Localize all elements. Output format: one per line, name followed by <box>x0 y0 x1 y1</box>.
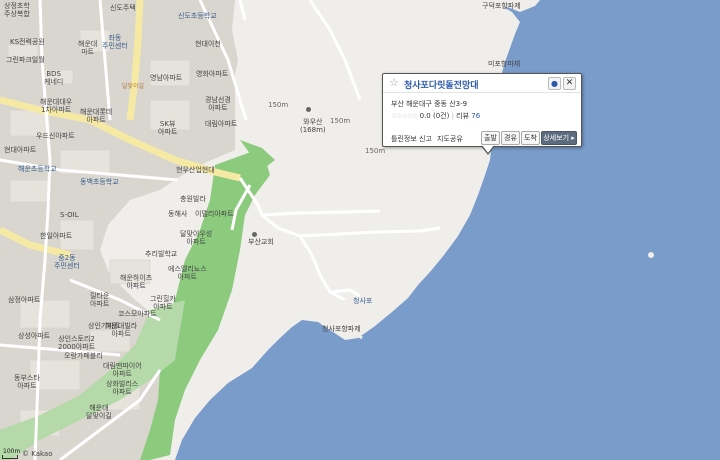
kakao-logo[interactable]: © Kakao <box>22 450 53 458</box>
arrive-button[interactable]: 도착 <box>521 131 540 145</box>
label-yeonghwa: 영화아파트 <box>196 70 229 78</box>
label-chuli: 추리빌학교 <box>145 250 178 258</box>
label-dongbu: 동부스타 아파트 <box>14 374 40 390</box>
label-haewon: 해운하이츠 아파트 <box>120 274 153 290</box>
label-youngnam: 영남아파트 <box>150 74 183 82</box>
label-elev1: 150m <box>268 101 289 109</box>
report-error-link[interactable]: 틀린정보 신고 <box>391 134 432 144</box>
label-rotary: 해운초등학교 <box>18 165 57 173</box>
label-church: 부산교회 <box>248 238 274 246</box>
label-cheongsapo-port: 청사포항파제 <box>322 325 361 333</box>
label-samsung: 상성아파트 <box>18 332 51 340</box>
place-info-popup: ☆ 청사포다릿돌전망대 ● ✕ 부산 해운대구 중동 산3-9 ☆☆☆☆☆ 0.… <box>382 73 582 155</box>
label-sangnam: 상인기파트 <box>88 322 121 330</box>
via-button[interactable]: 경유 <box>501 131 520 145</box>
label-kyungnam: 경남선경 아파트 <box>205 96 231 112</box>
label-haeundae-mart: 해운대 마트 <box>78 40 98 56</box>
label-hyundai-apt: 현대아파트 <box>4 146 37 154</box>
label-sangrim: 상인스토리2 2000아파트 <box>58 335 96 351</box>
popup-header: ☆ 청사포다릿돌전망대 ● ✕ <box>383 74 581 93</box>
label-zoo-center: 좌동 주민센터 <box>102 34 128 50</box>
favorite-star-icon[interactable]: ☆ <box>389 76 399 89</box>
label-woosin: 우드신아파트 <box>36 132 75 140</box>
label-chungwon: 충원빌라 <box>180 195 206 203</box>
label-gumi-port: 구덕포항파제 <box>482 2 521 10</box>
label-dalmaji: 달맞이우성 아파트 <box>180 230 213 246</box>
label-mountain: 와우산 (168m) <box>300 118 326 134</box>
close-icon[interactable]: ✕ <box>563 77 576 90</box>
church-marker <box>252 232 257 237</box>
label-seondong: 동백초등학교 <box>80 178 119 186</box>
label-donghae: 동해사 <box>168 210 188 218</box>
label-coastal: 코스모아파트 <box>118 310 157 318</box>
label-emsel: 에스엘리뇨스 아파트 <box>168 265 207 281</box>
rating-value: 0.0 (0건) <box>419 112 450 120</box>
label-hyundai-ind: 현우산업현대 <box>176 166 215 174</box>
rating-stars-icon: ☆☆☆☆☆ <box>391 112 418 120</box>
label-hyundai-e: 현대이천 <box>195 40 221 48</box>
label-school1: 상정초학 주상복합 <box>4 2 30 18</box>
label-hanil: 한일아파트 <box>40 232 73 240</box>
mountain-peak-marker <box>306 107 311 112</box>
label-elev2: 150m <box>330 117 351 125</box>
scale-line <box>2 455 18 459</box>
popup-rating-row: ☆☆☆☆☆ 0.0 (0건) | 리뷰 76 <box>391 112 481 120</box>
label-market: 신도주택 <box>110 4 136 12</box>
review-count-link[interactable]: 76 <box>471 112 480 120</box>
label-soil: S-OIL <box>60 211 79 219</box>
label-kepco: KS전력공원 <box>10 38 45 46</box>
label-grandhill: 그린힐카 아파트 <box>150 295 176 311</box>
label-sk: SK뷰 아파트 <box>158 120 178 136</box>
label-dalmaji-road: 달맞이길 <box>122 83 145 90</box>
label-mipo: 미포항파제 <box>488 60 521 68</box>
share-map-link[interactable]: 지도공유 <box>437 134 463 144</box>
label-sinpyeong: 신도초등학교 <box>178 12 217 20</box>
label-jung2: 중2동 주민센터 <box>54 254 80 270</box>
label-elev3: 150m <box>365 147 386 155</box>
label-haeundae-dal: 해운대 달맞이길 <box>86 404 112 420</box>
pin-icon[interactable]: ● <box>548 77 561 90</box>
scale-label: 100m <box>3 448 21 455</box>
label-grand-park: 그린파크일월 <box>6 56 45 64</box>
map-canvas[interactable]: 상정초학 주상복합 신도주택 신도초등학교 좌동 주민센터 해운대 마트 KS전력공원… <box>0 0 720 460</box>
popup-title[interactable]: 청사포다릿돌전망대 <box>404 78 479 91</box>
label-iden: 이델리아파트 <box>195 210 234 218</box>
label-oram: 오랑가페블리 <box>64 352 103 360</box>
depart-button[interactable]: 출발 <box>481 131 500 145</box>
label-daerim2: 대림맨파이어 아파트 <box>103 362 142 378</box>
label-haeundae-apt1: 해운대대우 1차아파트 <box>40 98 73 114</box>
label-sanghwa: 상화빌리스 아파트 <box>106 380 139 396</box>
label-rikenhill: 릴타운 아파트 <box>90 292 110 308</box>
label-sam-apt: 삼정아파트 <box>8 296 41 304</box>
popup-address: 부산 해운대구 중동 산3-9 <box>391 100 468 108</box>
small-island <box>648 252 654 258</box>
label-daerim: 대림아파트 <box>205 120 238 128</box>
popup-pointer-inner <box>482 145 494 153</box>
review-label: 리뷰 <box>456 112 470 120</box>
detail-button[interactable]: 상세보기 ▸ <box>541 131 577 145</box>
label-haeundae-apt2: 해운대롯데 아파트 <box>80 108 113 124</box>
label-busan-bank: BDS 케네디 <box>44 70 64 86</box>
label-cheongsapo: 청사포 <box>353 297 373 305</box>
